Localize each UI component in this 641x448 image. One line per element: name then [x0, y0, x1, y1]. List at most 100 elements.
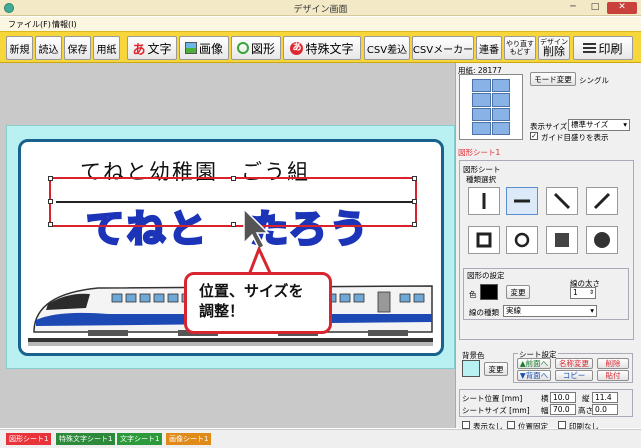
rectangle-outline-icon	[476, 232, 492, 248]
window-title: デザイン画面	[293, 5, 348, 15]
csv-insert-button[interactable]: CSV差込	[364, 36, 410, 60]
dropdown-arrow-icon: ▾	[590, 306, 594, 315]
resize-handle-top-right[interactable]	[412, 176, 417, 181]
to-front-button[interactable]: ▲前面へ	[517, 358, 551, 369]
dropdown-arrow-icon: ▾	[623, 120, 627, 129]
sheet-tab-text[interactable]: 文字シート1	[117, 433, 163, 445]
undo-redo-button[interactable]: やり直す もどす	[504, 36, 536, 60]
special-text-button-label: 特殊文字	[305, 41, 354, 56]
mouse-cursor-icon	[243, 207, 270, 251]
sheet-tab-special-text[interactable]: 特殊文字シート1	[56, 433, 116, 445]
text-button[interactable]: あ 文字	[127, 36, 177, 60]
hide-checkbox[interactable]	[462, 421, 470, 429]
toolbar: 新規 読込 保存 用紙 あ 文字 画像 図形 あ 特殊文字 CSV差込 CSVメ…	[0, 31, 641, 63]
circle-shape-icon	[236, 42, 249, 54]
sheet-position-label: シート位置 [mm]	[462, 394, 523, 403]
shape-button[interactable]: 図形	[231, 36, 281, 60]
color-label: 色	[469, 290, 477, 299]
paper-button[interactable]: 用紙	[93, 36, 120, 60]
resize-handle-right[interactable]	[412, 199, 417, 204]
sheet-width-input[interactable]: 70.0	[550, 404, 576, 415]
special-text-button[interactable]: あ 特殊文字	[283, 36, 361, 60]
minimize-button[interactable]: ─	[563, 2, 583, 14]
sheet-tab-shape[interactable]: 図形シート1	[6, 433, 52, 445]
guide-checkbox[interactable]: ✓	[530, 132, 538, 140]
close-button[interactable]: ✕	[607, 2, 637, 14]
vertical-line-shape-button[interactable]	[468, 187, 500, 215]
display-size-value: 標準サイズ	[571, 120, 609, 129]
resize-handle-bottom[interactable]	[231, 222, 236, 227]
copy-button[interactable]: コピー	[555, 370, 593, 381]
line-width-value: 1	[573, 288, 578, 297]
line-type-label: 線の種類	[469, 308, 499, 317]
mode-value: シングル	[579, 76, 609, 85]
guide-checkbox-label: ガイド目盛りを表示	[541, 133, 609, 142]
height-label: 高さ	[578, 406, 593, 415]
callout-line-2: 調整！	[199, 302, 245, 320]
delete-button[interactable]: デザイン 削除	[538, 36, 570, 60]
rectangle-shape-button[interactable]	[468, 226, 500, 254]
line-width-spinner[interactable]: 1 ⇕	[570, 287, 596, 299]
image-button[interactable]: 画像	[179, 36, 229, 60]
filled-circle-shape-button[interactable]	[586, 226, 618, 254]
bg-color-swatch[interactable]	[462, 360, 480, 377]
resize-handle-top[interactable]	[231, 176, 236, 181]
rename-button[interactable]: 名称変更	[555, 358, 593, 369]
circle-shape-button[interactable]	[506, 226, 538, 254]
horizontal-line-shape-button[interactable]	[506, 187, 538, 215]
sheet-x-input[interactable]: 10.0	[550, 392, 576, 403]
display-size-select[interactable]: 標準サイズ ▾	[568, 119, 630, 131]
resize-handle-bottom-right[interactable]	[412, 222, 417, 227]
no-print-checkbox[interactable]	[558, 421, 566, 429]
open-button[interactable]: 読込	[35, 36, 62, 60]
menu-bar: ファイル(F) 情報(I)	[0, 17, 641, 31]
resize-handle-left[interactable]	[48, 199, 53, 204]
redo-label: もどす	[509, 48, 531, 56]
maximize-button[interactable]: □	[585, 2, 605, 14]
resize-handle-bottom-left[interactable]	[48, 222, 53, 227]
sheet-height-input[interactable]: 0.0	[592, 404, 618, 415]
filled-rectangle-icon	[555, 233, 569, 247]
delete-label: 削除	[543, 45, 565, 58]
shape-settings-label: 図形の設定	[467, 271, 505, 280]
paste-button[interactable]: 貼付	[597, 370, 629, 381]
selection-box[interactable]	[48, 176, 417, 227]
sheet-delete-button[interactable]: 削除	[597, 358, 629, 369]
line-type-value: 実線	[506, 306, 521, 315]
type-select-label: 種類選択	[466, 175, 496, 184]
current-sheet-tab[interactable]: 図形シート1	[458, 147, 500, 158]
color-change-button[interactable]: 変更	[506, 285, 530, 299]
bg-change-button[interactable]: 変更	[484, 362, 508, 376]
callout-line-1: 位置、サイズを	[199, 282, 304, 300]
horizontal-line-icon	[514, 199, 530, 203]
diagonal-down-line-icon	[553, 192, 571, 210]
serial-number-button[interactable]: 連番	[476, 36, 502, 60]
diagonal-up-line-icon	[593, 192, 611, 210]
save-button[interactable]: 保存	[64, 36, 91, 60]
to-back-button[interactable]: ▼背面へ	[517, 370, 551, 381]
resize-handle-top-left[interactable]	[48, 176, 53, 181]
diagonal-down-line-shape-button[interactable]	[546, 187, 578, 215]
filled-circle-icon	[594, 232, 610, 248]
sheet-y-input[interactable]: 11.4	[592, 392, 618, 403]
menu-info[interactable]: 情報(I)	[52, 19, 77, 30]
print-button[interactable]: 印刷	[573, 36, 633, 60]
mode-change-button[interactable]: モード変更	[530, 72, 576, 86]
color-swatch[interactable]	[480, 284, 498, 300]
diagonal-up-line-shape-button[interactable]	[586, 187, 618, 215]
print-button-label: 印刷	[598, 41, 623, 56]
text-button-label: 文字	[147, 41, 172, 56]
sheet-tab-bar: 図形シート1 特殊文字シート1 文字シート1 画像シート1	[0, 429, 641, 448]
new-button[interactable]: 新規	[6, 36, 33, 60]
instruction-callout: 位置、サイズを 調整！	[184, 272, 332, 334]
sheet-tab-image[interactable]: 画像シート1	[166, 433, 212, 445]
line-type-select[interactable]: 実線 ▾	[503, 305, 597, 317]
title-bar: デザイン画面 ─ □ ✕	[0, 0, 641, 16]
filled-rectangle-shape-button[interactable]	[546, 226, 578, 254]
menu-file[interactable]: ファイル(F)	[8, 19, 51, 30]
text-a-icon: あ	[132, 42, 146, 58]
printer-icon	[583, 43, 597, 53]
csv-maker-button[interactable]: CSVメーカー	[412, 36, 474, 60]
y-label: 縦	[582, 394, 590, 403]
lock-position-checkbox[interactable]	[507, 421, 515, 429]
